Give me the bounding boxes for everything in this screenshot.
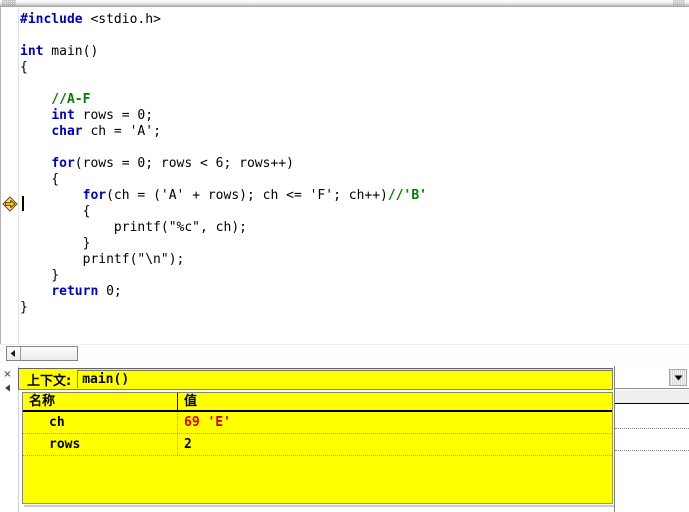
code-token-kw: char <box>51 124 83 139</box>
code-line[interactable]: printf("\n"); <box>20 252 689 268</box>
code-token-plain: rows = 0; <box>74 108 154 123</box>
right-row-divider-1 <box>615 428 689 430</box>
variable-name: rows <box>23 434 178 455</box>
code-line[interactable]: return 0; <box>20 284 689 300</box>
triangle-left-icon <box>4 384 10 391</box>
variable-value: 2 <box>184 437 192 452</box>
code-token-plain: { <box>20 204 91 219</box>
code-line[interactable]: } <box>20 268 689 284</box>
scroll-left-button[interactable] <box>7 347 21 360</box>
code-line[interactable] <box>20 28 689 44</box>
code-token-plain: printf("\n"); <box>20 252 185 267</box>
code-line[interactable]: } <box>20 236 689 252</box>
code-line[interactable]: int main() <box>20 44 689 60</box>
code-line[interactable]: for(ch = ('A' + rows); ch <= 'F'; ch++)/… <box>20 188 689 204</box>
code-editor-pane[interactable]: #include <stdio.h> int main(){ //A-F int… <box>0 7 689 344</box>
code-token-plain: } <box>20 236 91 251</box>
code-line[interactable]: int rows = 0; <box>20 108 689 124</box>
variables-table-body: ch 69 'E' rows 2 <box>23 412 612 456</box>
debug-variables-window[interactable]: × 上下文: main() 名称 值 ch 69 'E' rows 2 <box>0 366 689 512</box>
variable-value: 69 'E' <box>184 415 231 430</box>
code-token-kw: int <box>51 108 75 123</box>
debug-window-left-rail: × <box>0 366 19 512</box>
window-frame-top <box>0 0 689 7</box>
editor-gutter[interactable] <box>1 7 19 344</box>
code-line[interactable]: //A-F <box>20 92 689 108</box>
code-token-kw: int <box>20 44 44 59</box>
code-line[interactable] <box>20 140 689 156</box>
scrollbar-track[interactable] <box>6 346 78 361</box>
debug-right-divider <box>615 390 689 404</box>
code-line[interactable]: } <box>20 300 689 316</box>
code-line[interactable]: { <box>20 204 689 220</box>
collapse-left-icon[interactable] <box>2 382 13 393</box>
code-token-plain: 0; <box>98 284 122 299</box>
chevron-down-glyph <box>674 375 682 380</box>
close-icon[interactable]: × <box>2 369 13 380</box>
code-token-cmt: //'B' <box>387 188 428 203</box>
code-token-pp: #include <box>20 12 83 27</box>
code-token-plain: main() <box>43 44 99 59</box>
column-header-name: 名称 <box>23 393 178 410</box>
table-shadow <box>24 505 615 507</box>
code-line[interactable]: { <box>20 172 689 188</box>
code-line[interactable]: { <box>20 60 689 76</box>
code-token-kw: for <box>51 156 75 171</box>
code-token-plain: { <box>20 60 28 75</box>
code-token-kw: return <box>51 284 99 299</box>
triangle-left-icon <box>10 350 15 357</box>
code-token-plain: <stdio.h> <box>82 12 161 27</box>
code-token-plain: (rows = 0; rows < 6; rows++) <box>74 156 294 171</box>
variables-table[interactable]: 名称 值 ch 69 'E' rows 2 <box>22 392 613 504</box>
code-token-kw: for <box>82 188 107 203</box>
execution-pointer-icon <box>2 196 18 212</box>
code-token-cmt: //A-F <box>20 92 91 107</box>
code-line[interactable]: #include <stdio.h> <box>20 12 689 28</box>
code-line[interactable]: printf("%c", ch); <box>20 220 689 236</box>
variable-row[interactable]: ch 69 'E' <box>23 412 612 434</box>
code-token-plain: { <box>20 172 60 187</box>
editor-horizontal-scrollbar[interactable] <box>0 344 689 362</box>
frame-grip-left-icon <box>2 0 16 6</box>
right-row-divider-2 <box>615 450 689 452</box>
code-token-plain: } <box>20 300 28 315</box>
context-bar[interactable]: 上下文: main() <box>18 368 613 390</box>
chevron-down-icon[interactable] <box>669 369 687 386</box>
code-token-plain: } <box>20 268 60 283</box>
code-token-plain: (ch = ('A' + rows); ch <= 'F'; ch++) <box>106 188 388 203</box>
code-line[interactable]: char ch = 'A'; <box>20 124 689 140</box>
scrollbar-thumb[interactable] <box>22 347 77 360</box>
code-line[interactable] <box>20 76 689 92</box>
code-line[interactable]: for(rows = 0; rows < 6; rows++) <box>20 156 689 172</box>
column-header-value: 值 <box>184 394 198 409</box>
context-value-field[interactable]: main() <box>77 370 612 388</box>
variable-name: ch <box>23 412 178 433</box>
context-dropdown-area <box>615 367 689 389</box>
debug-right-pane <box>614 366 689 512</box>
code-token-plain: printf("%c", ch); <box>20 220 247 235</box>
variable-row[interactable]: rows 2 <box>23 434 612 456</box>
code-text-area[interactable]: #include <stdio.h> int main(){ //A-F int… <box>18 7 689 344</box>
context-label: 上下文: <box>27 373 72 389</box>
variables-table-header: 名称 值 <box>23 393 612 412</box>
frame-grip-right-icon <box>673 0 685 6</box>
code-token-plain: ch = 'A'; <box>82 124 161 139</box>
